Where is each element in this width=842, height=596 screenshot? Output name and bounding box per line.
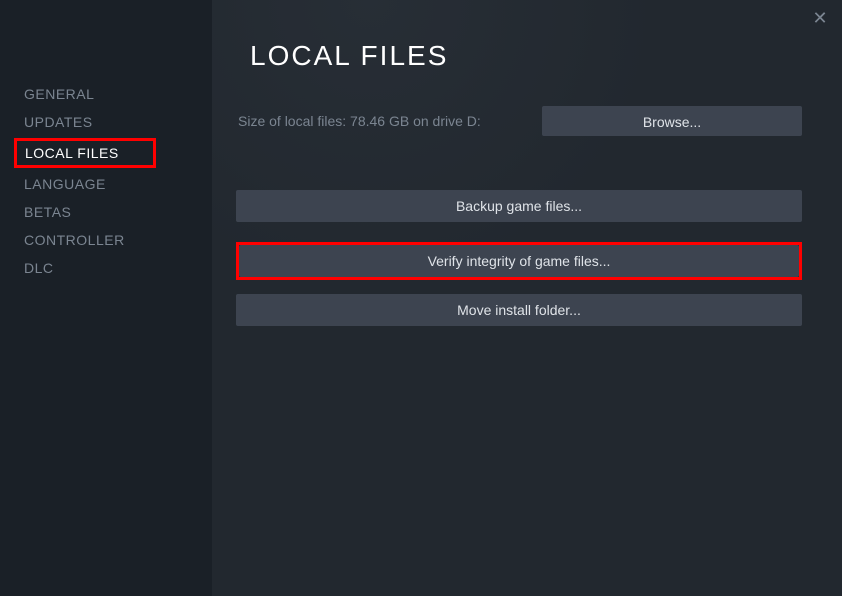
size-info-row: Size of local files: 78.46 GB on drive D… <box>236 106 802 136</box>
move-folder-button[interactable]: Move install folder... <box>236 294 802 326</box>
sidebar-item-controller[interactable]: CONTROLLER <box>0 226 212 254</box>
properties-window: GENERAL UPDATES LOCAL FILES LANGUAGE BET… <box>0 0 842 596</box>
sidebar-item-label: LOCAL FILES <box>25 145 119 161</box>
sidebar-item-local-files[interactable]: LOCAL FILES <box>14 138 156 168</box>
sidebar-item-label: GENERAL <box>24 86 94 102</box>
size-info-text: Size of local files: 78.46 GB on drive D… <box>238 113 481 129</box>
backup-button[interactable]: Backup game files... <box>236 190 802 222</box>
sidebar-item-dlc[interactable]: DLC <box>0 254 212 282</box>
browse-button[interactable]: Browse... <box>542 106 802 136</box>
sidebar-item-label: LANGUAGE <box>24 176 106 192</box>
sidebar-item-label: CONTROLLER <box>24 232 125 248</box>
sidebar-item-updates[interactable]: UPDATES <box>0 108 212 136</box>
sidebar-item-general[interactable]: GENERAL <box>0 80 212 108</box>
sidebar-item-language[interactable]: LANGUAGE <box>0 170 212 198</box>
page-title: LOCAL FILES <box>250 40 802 72</box>
main-panel: ✕ LOCAL FILES Size of local files: 78.46… <box>212 0 842 596</box>
sidebar-item-betas[interactable]: BETAS <box>0 198 212 226</box>
close-button[interactable]: ✕ <box>808 6 832 30</box>
verify-integrity-button[interactable]: Verify integrity of game files... <box>239 245 799 277</box>
sidebar: GENERAL UPDATES LOCAL FILES LANGUAGE BET… <box>0 0 212 596</box>
close-icon: ✕ <box>812 8 827 29</box>
verify-highlight: Verify integrity of game files... <box>236 242 802 280</box>
actions-group: Backup game files... Verify integrity of… <box>236 190 802 346</box>
sidebar-item-label: DLC <box>24 260 54 276</box>
sidebar-item-label: BETAS <box>24 204 71 220</box>
sidebar-item-label: UPDATES <box>24 114 93 130</box>
